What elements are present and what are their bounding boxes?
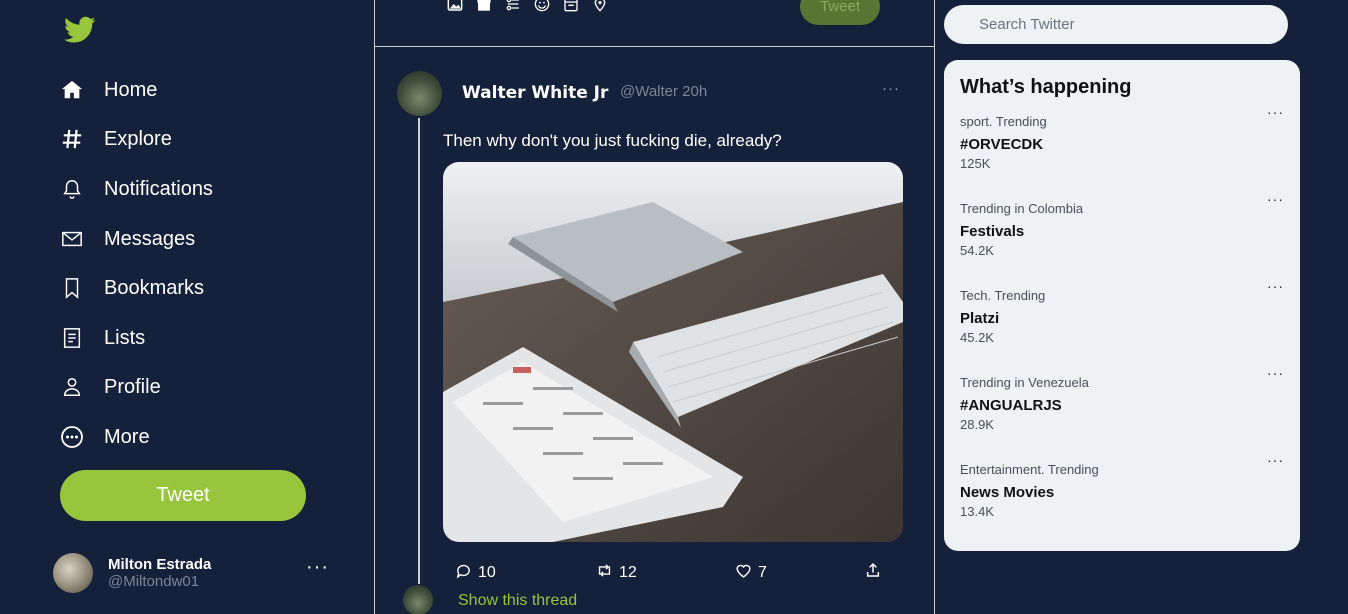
- retweet-icon: [596, 562, 613, 584]
- account-more-icon[interactable]: ···: [306, 556, 329, 579]
- thread-avatar[interactable]: [403, 585, 433, 614]
- share-icon: [865, 562, 881, 583]
- nav-more-label: More: [104, 425, 150, 448]
- trend-name: #ORVECDK: [960, 136, 1044, 153]
- tweet-button[interactable]: Tweet: [60, 470, 306, 521]
- reply-count: 10: [478, 564, 496, 581]
- retweet-button[interactable]: 12: [596, 562, 637, 584]
- sidebar: Home Explore Notifications Messages Book…: [0, 0, 374, 614]
- nav-messages-label: Messages: [104, 227, 196, 250]
- nav-more[interactable]: More: [60, 417, 150, 457]
- trend-name: News Movies: [960, 484, 1055, 501]
- account-name: Milton Estrada: [108, 556, 212, 573]
- trend-category: Entertainment. Trending: [960, 462, 1099, 477]
- nav-home[interactable]: Home: [60, 70, 157, 110]
- trend-count: 125K: [960, 156, 991, 171]
- like-button[interactable]: 7: [735, 562, 767, 584]
- trend-category: Trending in Colombia: [960, 201, 1084, 216]
- more-circle-icon: [60, 425, 84, 449]
- trend-count: 45.2K: [960, 330, 994, 345]
- composer-tweet-button[interactable]: Tweet: [800, 0, 880, 25]
- trend-item[interactable]: Trending in Venezuela #ANGUALRJS 28.9K ·…: [960, 365, 1284, 445]
- trend-item[interactable]: sport. Trending #ORVECDK 125K ···: [960, 104, 1284, 184]
- show-thread-link[interactable]: Show this thread: [458, 592, 577, 610]
- account-handle: @Miltondw01: [108, 573, 200, 590]
- timeline: Tweet Walter White Jr @Walter 20h ··· Th…: [374, 0, 935, 614]
- nav-bookmarks[interactable]: Bookmarks: [60, 268, 204, 308]
- trend-item[interactable]: Tech. Trending Platzi 45.2K ···: [960, 278, 1284, 358]
- reply-icon: [455, 562, 472, 584]
- nav-home-label: Home: [104, 78, 158, 101]
- share-button[interactable]: [865, 562, 881, 583]
- twitter-bird-icon[interactable]: [64, 16, 96, 44]
- person-icon: [60, 375, 84, 399]
- bookmark-icon: [60, 276, 84, 300]
- trends-panel: What’s happening sport. Trending #ORVECD…: [944, 60, 1300, 551]
- like-count: 7: [758, 564, 767, 581]
- composer: Tweet: [375, 0, 934, 47]
- nav-notifications-label: Notifications: [104, 177, 213, 200]
- nav-explore-label: Explore: [104, 127, 172, 150]
- trend-category: Tech. Trending: [960, 288, 1046, 303]
- trend-more-icon[interactable]: ···: [1267, 452, 1284, 468]
- nav-lists-label: Lists: [104, 326, 146, 349]
- nav-lists[interactable]: Lists: [60, 318, 145, 358]
- trend-item[interactable]: Entertainment. Trending News Movies 13.4…: [960, 452, 1284, 532]
- nav-messages[interactable]: Messages: [60, 219, 195, 259]
- location-icon[interactable]: [592, 0, 608, 12]
- envelope-icon: [60, 227, 84, 251]
- tweet-author[interactable]: Walter White Jr: [462, 83, 608, 103]
- trend-name: #ANGUALRJS: [960, 397, 1062, 414]
- poll-icon[interactable]: [505, 0, 521, 12]
- trend-count: 13.4K: [960, 504, 994, 519]
- reply-button[interactable]: 10: [455, 562, 496, 584]
- nav-notifications[interactable]: Notifications: [60, 169, 213, 209]
- nav-profile-label: Profile: [104, 375, 161, 398]
- tweet-media-image[interactable]: [443, 162, 903, 542]
- home-icon: [60, 78, 84, 102]
- trend-more-icon[interactable]: ···: [1267, 365, 1284, 381]
- search-input[interactable]: [944, 5, 1288, 44]
- bell-icon: [60, 177, 84, 201]
- heart-icon: [735, 562, 752, 584]
- trend-count: 54.2K: [960, 243, 994, 258]
- thread-line: [418, 118, 420, 584]
- emoji-icon[interactable]: [534, 0, 550, 12]
- tweet-handle-time: @Walter 20h: [620, 83, 708, 100]
- avatar: [53, 553, 93, 593]
- account-switcher[interactable]: Milton Estrada @Miltondw01 ···: [53, 552, 343, 594]
- tweet-text: Then why don't you just fucking die, alr…: [443, 131, 782, 150]
- trend-category: Trending in Venezuela: [960, 375, 1089, 390]
- trend-count: 28.9K: [960, 417, 994, 432]
- hashtag-icon: [60, 127, 84, 151]
- trend-name: Platzi: [960, 310, 1000, 327]
- list-icon: [60, 326, 84, 350]
- gif-icon[interactable]: [476, 0, 492, 12]
- nav-profile[interactable]: Profile: [60, 367, 161, 407]
- trend-more-icon[interactable]: ···: [1267, 104, 1284, 120]
- tweet-avatar[interactable]: [397, 71, 442, 116]
- nav-bookmarks-label: Bookmarks: [104, 276, 205, 299]
- trends-title: What’s happening: [960, 76, 1132, 98]
- schedule-icon[interactable]: [563, 0, 579, 12]
- nav-explore[interactable]: Explore: [60, 119, 172, 159]
- tweet-more-icon[interactable]: ···: [882, 80, 900, 97]
- retweet-count: 12: [619, 564, 637, 581]
- image-icon[interactable]: [447, 0, 463, 12]
- trend-more-icon[interactable]: ···: [1267, 191, 1284, 207]
- tweet-actions: 10 12 7: [455, 562, 885, 586]
- trend-item[interactable]: Trending in Colombia Festivals 54.2K ···: [960, 191, 1284, 271]
- trend-category: sport. Trending: [960, 114, 1047, 129]
- trend-name: Festivals: [960, 223, 1025, 240]
- trend-more-icon[interactable]: ···: [1267, 278, 1284, 294]
